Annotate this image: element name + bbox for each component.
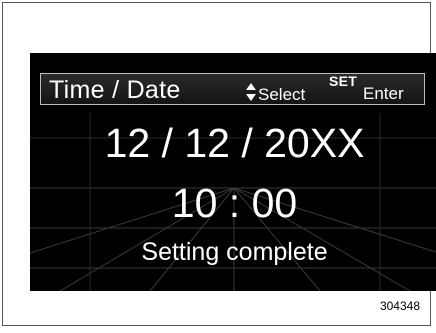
date-value: 12 / 12 / 20XX [104,120,365,166]
status-message: Setting complete [141,238,328,266]
title-bar: Time / Date Select SET Enter [40,73,425,105]
display-screen: Time / Date Select SET Enter 12 / 12 / 2… [30,53,436,291]
figure-frame: Time / Date Select SET Enter 12 / 12 / 2… [2,2,436,326]
set-label: SET [329,73,358,89]
figure-code: 304348 [379,299,420,313]
time-value: 10 : 00 [171,180,298,226]
select-label: Select [258,85,306,104]
screen-title: Time / Date [49,76,181,104]
enter-label: Enter [363,84,404,103]
up-down-arrows-icon [246,83,256,101]
